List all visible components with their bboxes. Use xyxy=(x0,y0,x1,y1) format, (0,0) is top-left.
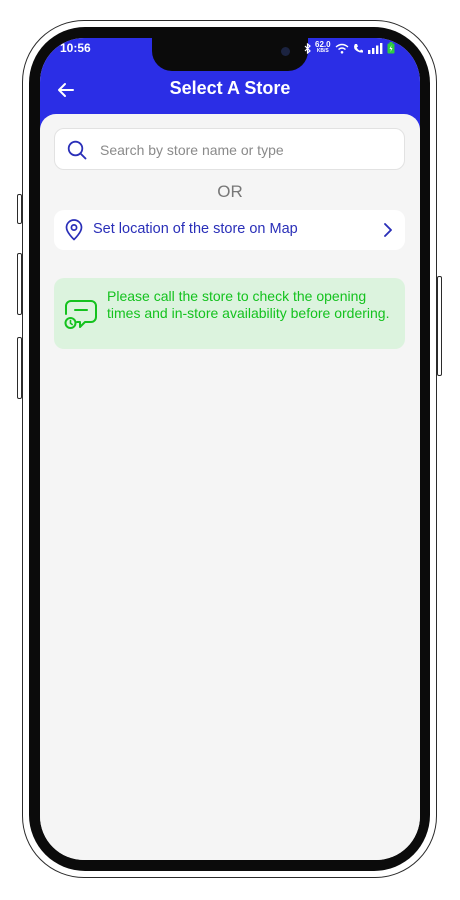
battery-icon xyxy=(387,42,395,54)
screen: 10:56 62.0 KB/S Select A Store Search by… xyxy=(40,38,420,860)
network-speed: 62.0 KB/S xyxy=(315,41,331,55)
signal-icon xyxy=(367,42,382,54)
network-speed-unit: KB/S xyxy=(316,48,329,54)
search-input[interactable] xyxy=(98,129,397,171)
status-icons: 62.0 KB/S xyxy=(304,40,395,56)
or-divider: OR xyxy=(217,182,243,201)
chevron-right-icon xyxy=(384,223,392,237)
set-location-label: Set location of the store on Map xyxy=(93,221,298,237)
volume-down-button xyxy=(17,337,22,399)
store-notice-banner: Please call the store to check the openi… xyxy=(54,278,405,349)
wifi-icon xyxy=(335,43,349,54)
status-time: 10:56 xyxy=(60,41,91,55)
search-icon xyxy=(67,140,87,160)
location-pin-icon xyxy=(65,219,83,241)
notch xyxy=(152,38,308,71)
power-button xyxy=(437,276,442,376)
mute-switch xyxy=(17,194,22,224)
call-icon xyxy=(353,43,363,53)
notice-text: Please call the store to check the openi… xyxy=(107,288,390,321)
main-content: OR Set location of the store on Map Plea… xyxy=(40,114,420,860)
set-location-on-map-button[interactable]: Set location of the store on Map xyxy=(54,210,405,250)
search-box[interactable] xyxy=(54,128,405,171)
volume-up-button xyxy=(17,253,22,315)
bluetooth-icon xyxy=(304,42,311,54)
front-camera xyxy=(281,47,290,56)
page-title: Select A Store xyxy=(169,78,291,98)
chat-bubble-icon xyxy=(64,300,97,329)
